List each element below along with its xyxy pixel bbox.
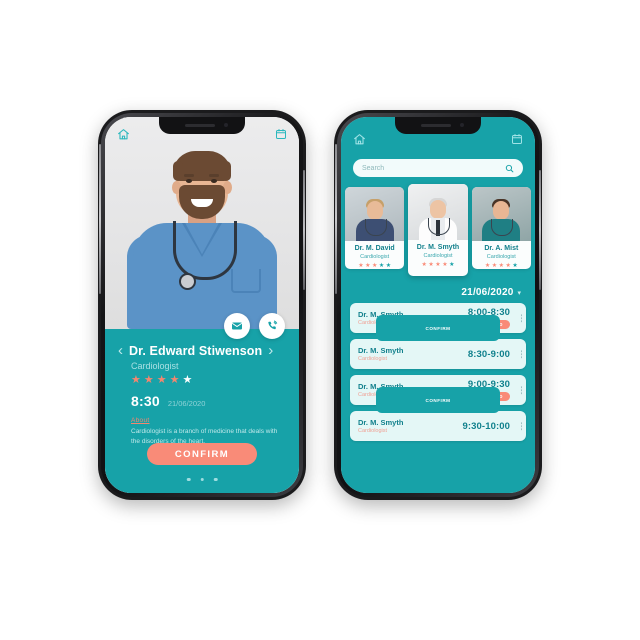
phone-notch-left bbox=[159, 117, 245, 134]
notch-camera bbox=[460, 123, 464, 127]
appointment-specialty: Cardiologist bbox=[358, 356, 388, 362]
doctor-name-row: ‹ Dr. Edward Stiwenson › bbox=[118, 343, 286, 358]
more-options-icon[interactable] bbox=[520, 314, 522, 322]
home-icon[interactable] bbox=[117, 128, 130, 141]
selected-date: 21/06/2020 bbox=[461, 287, 514, 298]
star-icon: ★ bbox=[435, 262, 441, 268]
star-icon: ★ bbox=[491, 263, 498, 269]
star-icon: ★ bbox=[428, 262, 434, 268]
notch-speaker bbox=[185, 124, 215, 127]
appointment-slot-time: 8:30-9:00 bbox=[467, 348, 510, 360]
doctor-card-name: Dr. M. Smyth bbox=[416, 244, 460, 251]
doctor-card[interactable]: Dr. A. Mist Cardiologist ★ ★ ★ ★ ★ bbox=[471, 187, 531, 269]
doctor-card-stars: ★ ★ ★ ★ ★ bbox=[345, 263, 404, 269]
appointment-slot-time: 9:30-10:00 bbox=[462, 420, 510, 432]
doctor-specialty: Cardiologist bbox=[131, 361, 179, 371]
star-icon: ★ bbox=[449, 262, 455, 268]
star-icon: ★ bbox=[182, 374, 193, 386]
confirm-button[interactable]: CONFIRM bbox=[147, 443, 257, 465]
pagination-dots bbox=[186, 477, 218, 481]
chevron-down-icon[interactable]: ▾ bbox=[517, 289, 521, 297]
phone-call-icon[interactable] bbox=[259, 313, 285, 339]
home-icon[interactable] bbox=[353, 133, 366, 146]
phone-screen-left: ‹ Dr. Edward Stiwenson › Cardiologist ★ … bbox=[105, 117, 299, 493]
more-options-icon[interactable] bbox=[520, 350, 522, 358]
calendar-icon[interactable] bbox=[275, 128, 287, 140]
prev-doctor-button[interactable]: ‹ bbox=[118, 343, 123, 358]
doctor-rating-stars: ★ ★ ★ ★ ★ bbox=[131, 375, 286, 386]
screenshot-canvas: ‹ Dr. Edward Stiwenson › Cardiologist ★ … bbox=[0, 0, 640, 640]
doctor-card-specialty: Cardiologist bbox=[360, 254, 390, 260]
notch-camera bbox=[224, 123, 228, 127]
star-icon: ★ bbox=[505, 263, 511, 269]
pagination-dot[interactable] bbox=[186, 477, 191, 481]
calendar-icon[interactable] bbox=[511, 133, 523, 145]
star-icon: ★ bbox=[143, 374, 154, 386]
star-icon: ★ bbox=[358, 263, 364, 269]
date-selector[interactable]: 21/06/2020 ▾ bbox=[461, 287, 521, 298]
more-options-icon[interactable] bbox=[520, 386, 522, 394]
pagination-dot[interactable] bbox=[213, 477, 218, 481]
next-doctor-button[interactable]: › bbox=[268, 343, 273, 358]
doctor-name: Dr. Edward Stiwenson bbox=[129, 343, 263, 358]
status-badge[interactable]: CONFIRM bbox=[376, 387, 500, 413]
phone-mockup-right: Search Dr. M. David Cardiologist ★ ★ ★ ★… bbox=[334, 110, 542, 500]
star-icon: ★ bbox=[512, 263, 518, 269]
contact-actions bbox=[224, 313, 285, 339]
appointment-specialty: Cardiologist bbox=[358, 428, 388, 434]
doctor-detail-screen: ‹ Dr. Edward Stiwenson › Cardiologist ★ … bbox=[105, 117, 299, 493]
search-bar[interactable]: Search bbox=[353, 159, 523, 177]
notch-speaker bbox=[421, 124, 451, 127]
mail-icon[interactable] bbox=[224, 313, 250, 339]
star-icon: ★ bbox=[156, 374, 167, 386]
star-icon: ★ bbox=[421, 262, 427, 268]
star-icon: ★ bbox=[365, 263, 371, 269]
pagination-dot[interactable] bbox=[200, 477, 204, 481]
doctor-card-photo bbox=[471, 187, 531, 241]
doctor-card[interactable]: Dr. M. David Cardiologist ★ ★ ★ ★ ★ bbox=[345, 187, 405, 269]
appointment-time-row: 8:30 21/06/2020 bbox=[131, 393, 286, 409]
search-icon[interactable] bbox=[505, 164, 514, 173]
about-heading: About bbox=[131, 417, 150, 424]
star-icon: ★ bbox=[484, 263, 491, 269]
appointment-row[interactable]: Dr. M. Smyth Cardiologist 8:30-9:00 CONF… bbox=[350, 315, 526, 369]
star-icon: ★ bbox=[169, 374, 180, 386]
doctor-illustration bbox=[127, 149, 277, 329]
search-input[interactable]: Search bbox=[362, 165, 384, 172]
doctor-card[interactable]: Dr. M. Smyth Cardiologist ★ ★ ★ ★ ★ bbox=[408, 184, 468, 276]
doctor-card-photo bbox=[408, 184, 468, 240]
phone-mockup-left: ‹ Dr. Edward Stiwenson › Cardiologist ★ … bbox=[98, 110, 306, 500]
doctor-carousel: Dr. M. David Cardiologist ★ ★ ★ ★ ★ Dr. … bbox=[341, 184, 535, 279]
appointment-row[interactable]: Dr. M. Smyth Cardiologist 9:30-10:00 CON… bbox=[350, 387, 526, 441]
doctor-card-specialty: Cardiologist bbox=[423, 253, 453, 259]
doctor-card-specialty: Cardiologist bbox=[486, 254, 516, 260]
doctor-card-stars: ★ ★ ★ ★ ★ bbox=[408, 262, 467, 268]
appointment-list: Dr. M. Smyth Cardiologist 8:00-8:30 BOOK… bbox=[350, 303, 526, 441]
doctor-info-card: ‹ Dr. Edward Stiwenson › Cardiologist ★ … bbox=[105, 329, 299, 493]
star-icon: ★ bbox=[385, 263, 392, 269]
phone-screen-right: Search Dr. M. David Cardiologist ★ ★ ★ ★… bbox=[341, 117, 535, 493]
doctor-card-stars: ★ ★ ★ ★ ★ bbox=[472, 263, 531, 269]
status-badge[interactable]: CONFIRM bbox=[376, 315, 500, 341]
star-icon: ★ bbox=[131, 374, 141, 386]
star-icon: ★ bbox=[378, 263, 385, 269]
more-options-icon[interactable] bbox=[520, 422, 522, 430]
appointment-doctor-name: Dr. M. Smyth bbox=[358, 418, 404, 427]
phone-notch-right bbox=[395, 117, 481, 134]
appointments-screen: Search Dr. M. David Cardiologist ★ ★ ★ ★… bbox=[341, 117, 535, 493]
appointment-time: 8:30 bbox=[131, 393, 160, 409]
doctor-card-name: Dr. A. Mist bbox=[484, 245, 519, 252]
appointment-date: 21/06/2020 bbox=[167, 399, 206, 408]
doctor-card-photo bbox=[345, 187, 405, 241]
appointment-doctor-name: Dr. M. Smyth bbox=[358, 346, 404, 355]
doctor-card-name: Dr. M. David bbox=[354, 245, 395, 252]
star-icon: ★ bbox=[371, 263, 378, 269]
star-icon: ★ bbox=[442, 262, 448, 268]
star-icon: ★ bbox=[498, 263, 505, 269]
